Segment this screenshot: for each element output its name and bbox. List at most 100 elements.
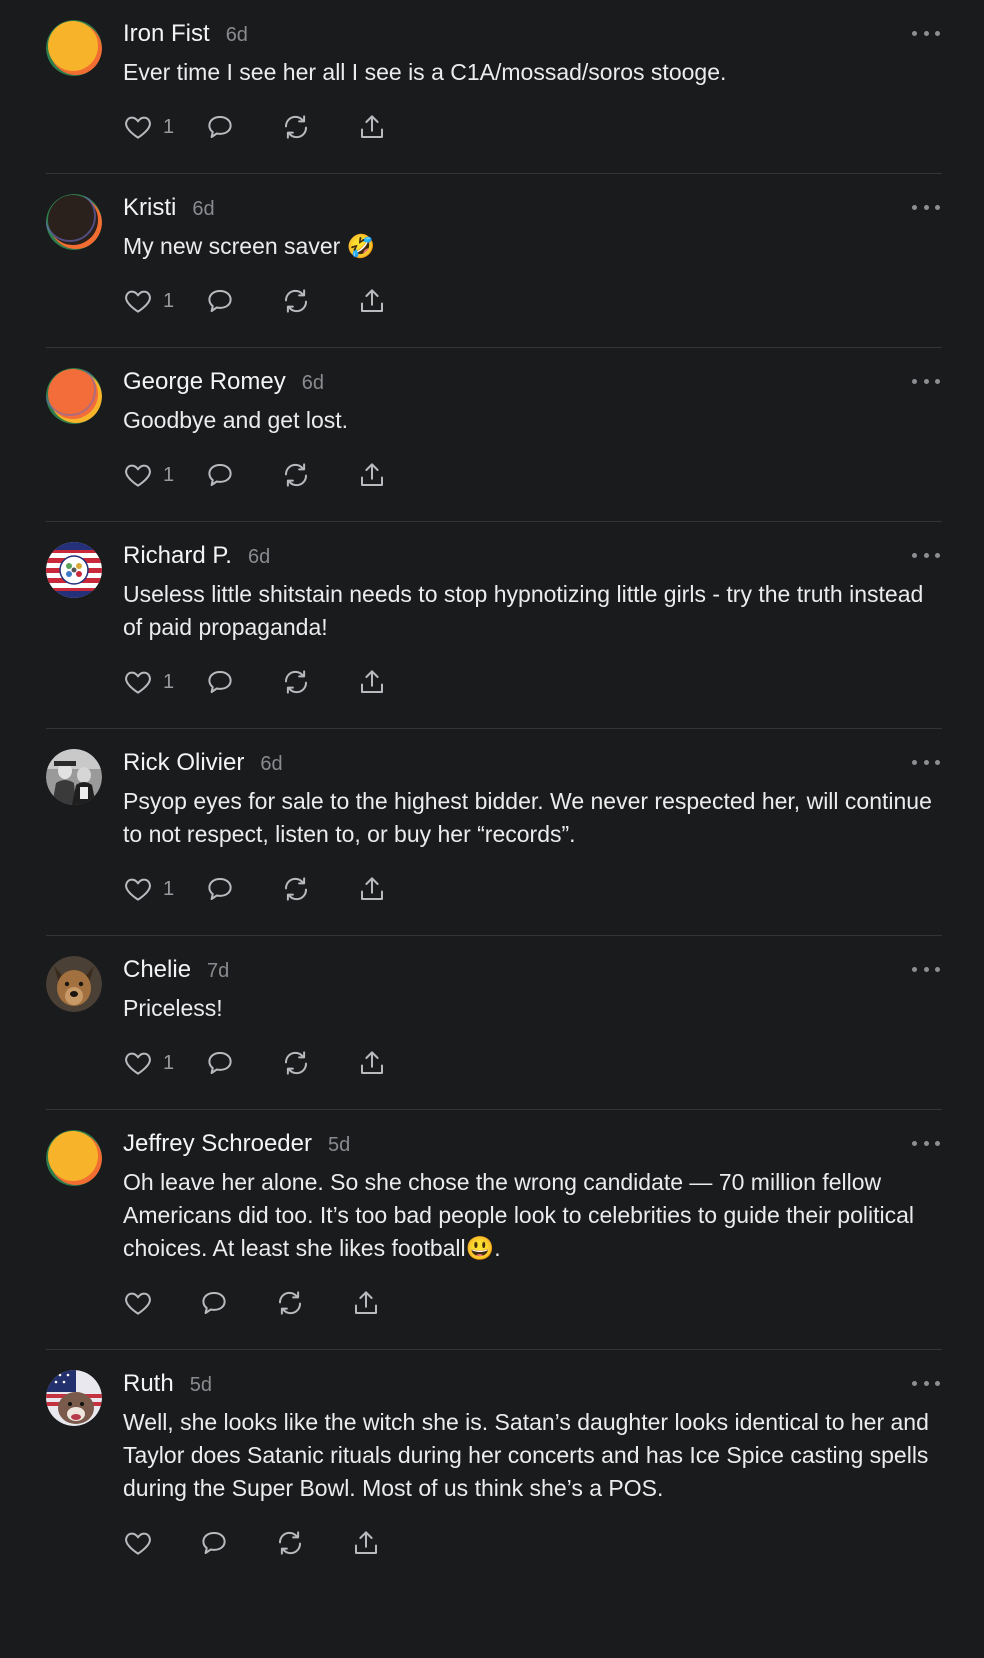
avatar[interactable] <box>46 368 102 424</box>
timestamp: 6d <box>192 198 215 220</box>
comment: Chelie 7d Priceless! 1 <box>46 936 942 1110</box>
like-count: 1 <box>163 289 175 312</box>
like-button[interactable]: 1 <box>123 662 183 702</box>
share-icon <box>361 463 383 486</box>
like-button[interactable] <box>123 1523 153 1563</box>
restack-button[interactable] <box>281 455 311 495</box>
restack-button[interactable] <box>281 107 311 147</box>
share-icon <box>361 289 383 312</box>
author-name[interactable]: Kristi <box>123 194 176 222</box>
reply-button[interactable] <box>205 1043 235 1083</box>
action-bar: 1 <box>123 869 942 909</box>
author-name[interactable]: Chelie <box>123 956 191 984</box>
reply-button[interactable] <box>205 455 235 495</box>
avatar[interactable] <box>46 1130 102 1186</box>
reply-button[interactable] <box>199 1283 229 1323</box>
like-button[interactable]: 1 <box>123 281 183 321</box>
author-name[interactable]: Iron Fist <box>123 20 210 48</box>
heart-icon <box>125 1052 151 1075</box>
like-count: 1 <box>163 115 175 138</box>
comment-text: My new screen saver 🤣 <box>123 233 376 259</box>
reply-button[interactable] <box>205 662 235 702</box>
avatar[interactable] <box>46 542 102 598</box>
timestamp: 6d <box>247 546 271 568</box>
heart-icon <box>125 116 151 139</box>
more-dots-icon[interactable] <box>912 1373 940 1393</box>
comment-text: Oh leave her alone. So she chose the wro… <box>123 1169 914 1261</box>
heart-icon <box>125 878 151 901</box>
like-button[interactable]: 1 <box>123 1043 183 1083</box>
like-count: 1 <box>163 1051 175 1074</box>
like-button[interactable]: 1 <box>123 869 183 909</box>
share-button[interactable] <box>351 1283 381 1323</box>
author-name[interactable]: Richard P. <box>123 542 232 570</box>
more-dots-icon[interactable] <box>912 545 940 565</box>
comment: George Romey 6d Goodbye and get lost. 1 <box>46 348 942 522</box>
timestamp: 6d <box>301 372 324 394</box>
author-name[interactable]: Ruth <box>123 1370 174 1398</box>
author-name[interactable]: Rick Olivier <box>123 749 244 777</box>
more-dots-icon[interactable] <box>912 959 940 979</box>
share-button[interactable] <box>351 1523 381 1563</box>
share-icon <box>361 670 383 693</box>
timestamp: 7d <box>207 960 230 982</box>
restack-button[interactable] <box>275 1523 305 1563</box>
comment-bubble-icon <box>202 1532 226 1554</box>
restack-icon <box>284 463 308 487</box>
comment-bubble-icon <box>208 878 232 900</box>
avatar[interactable] <box>46 1370 102 1426</box>
share-button[interactable] <box>357 281 387 321</box>
restack-button[interactable] <box>281 869 311 909</box>
share-button[interactable] <box>357 107 387 147</box>
timestamp: 6d <box>260 753 283 775</box>
comment: Jeffrey Schroeder 5d Oh leave her alone.… <box>46 1110 942 1350</box>
share-icon <box>355 1531 377 1554</box>
like-button[interactable] <box>123 1283 153 1323</box>
more-dots-icon[interactable] <box>912 197 940 217</box>
comment-bubble-icon <box>208 290 232 312</box>
heart-icon <box>125 1532 151 1555</box>
comment-bubble-icon <box>208 1052 232 1074</box>
restack-icon <box>284 289 308 313</box>
comment-text: Well, she looks like the witch she is. S… <box>123 1409 929 1501</box>
restack-button[interactable] <box>275 1283 305 1323</box>
restack-icon <box>284 877 308 901</box>
comment: Ruth 5d Well, she looks like the witch s… <box>46 1350 942 1563</box>
restack-button[interactable] <box>281 281 311 321</box>
avatar[interactable] <box>46 956 102 1012</box>
restack-button[interactable] <box>281 662 311 702</box>
avatar[interactable] <box>46 20 102 76</box>
avatar[interactable] <box>46 749 102 805</box>
more-dots-icon[interactable] <box>912 1133 940 1153</box>
reply-button[interactable] <box>205 107 235 147</box>
share-icon <box>361 115 383 138</box>
comment-text: Goodbye and get lost. <box>123 407 349 433</box>
action-bar: 1 <box>123 107 942 147</box>
share-icon <box>355 1291 377 1314</box>
reply-button[interactable] <box>205 281 235 321</box>
reply-button[interactable] <box>199 1523 229 1563</box>
comment-bubble-icon <box>208 464 232 486</box>
comment: Iron Fist 6d Ever time I see her all I s… <box>46 0 942 174</box>
author-name[interactable]: George Romey <box>123 368 286 396</box>
share-button[interactable] <box>357 455 387 495</box>
more-dots-icon[interactable] <box>912 23 940 43</box>
author-name[interactable]: Jeffrey Schroeder <box>123 1130 312 1158</box>
restack-button[interactable] <box>281 1043 311 1083</box>
share-button[interactable] <box>357 869 387 909</box>
action-bar <box>123 1283 942 1323</box>
avatar[interactable] <box>46 194 102 250</box>
share-button[interactable] <box>357 662 387 702</box>
share-button[interactable] <box>357 1043 387 1083</box>
action-bar: 1 <box>123 281 942 321</box>
more-dots-icon[interactable] <box>912 752 940 772</box>
timestamp: 6d <box>225 24 248 46</box>
reply-button[interactable] <box>205 869 235 909</box>
timestamp: 5d <box>189 1374 212 1396</box>
like-button[interactable]: 1 <box>123 107 183 147</box>
comment-bubble-icon <box>208 671 232 693</box>
heart-icon <box>125 1292 151 1315</box>
like-button[interactable]: 1 <box>123 455 183 495</box>
more-dots-icon[interactable] <box>912 371 940 391</box>
comment-text: Useless little shitstain needs to stop h… <box>123 581 924 640</box>
